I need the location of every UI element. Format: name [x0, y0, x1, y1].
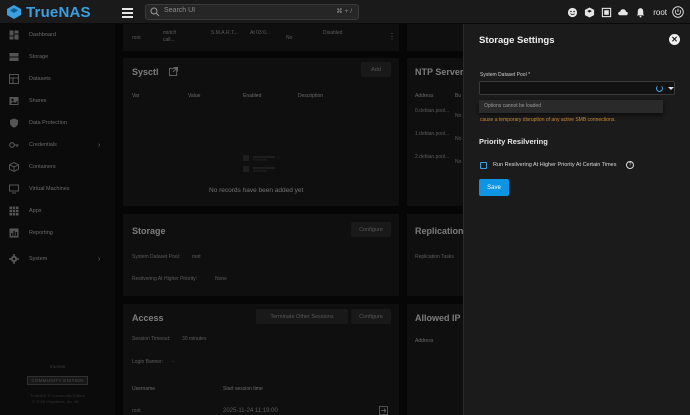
close-icon[interactable]: ✕ [669, 34, 680, 45]
topbar: TrueNAS Search UI ⌘ + / root [0, 0, 690, 24]
system-dataset-pool-select[interactable] [479, 81, 675, 95]
feedback-icon[interactable] [566, 6, 578, 18]
storage-settings-panel: Storage Settings ✕ System Dataset Pool *… [463, 24, 690, 415]
truenas-logo[interactable]: TrueNAS [6, 3, 106, 21]
resilver-priority-label[interactable]: Run Resilvering At Higher Priority At Ce… [493, 162, 617, 168]
topbar-actions: root [566, 4, 684, 20]
directory-services-icon[interactable] [617, 6, 629, 18]
app-root: TrueNAS Search UI ⌘ + / root Dashboard S… [0, 0, 690, 415]
truecommand-icon[interactable] [583, 6, 595, 18]
help-icon[interactable]: ? [626, 161, 634, 169]
search-icon [150, 7, 160, 17]
power-icon[interactable] [672, 6, 684, 18]
chevron-down-icon [668, 87, 674, 90]
priority-resilvering-title: Priority Resilvering [479, 137, 548, 146]
dropdown-message: Options cannot be loaded [484, 103, 541, 109]
search-input[interactable]: Search UI ⌘ + / [145, 4, 359, 20]
search-placeholder: Search UI [164, 7, 196, 14]
smb-warning-text: cause a temporary disruption of any acti… [480, 117, 616, 123]
system-dataset-pool-label: System Dataset Pool * [480, 72, 531, 78]
hamburger-menu-icon[interactable] [120, 4, 136, 20]
user-menu[interactable]: root [653, 8, 667, 17]
modal-backdrop[interactable] [0, 24, 463, 415]
notifications-icon[interactable] [634, 6, 646, 18]
save-button[interactable]: Save [479, 179, 509, 196]
select-dropdown: Options cannot be loaded [479, 100, 663, 113]
resilver-priority-checkbox[interactable] [480, 162, 487, 169]
loading-spinner-icon [656, 85, 663, 92]
jobs-icon[interactable] [600, 6, 612, 18]
search-shortcut: ⌘ + / [336, 8, 352, 15]
panel-title: Storage Settings [479, 35, 555, 46]
truenas-logo-icon [7, 5, 21, 19]
app-name: TrueNAS [26, 3, 91, 21]
